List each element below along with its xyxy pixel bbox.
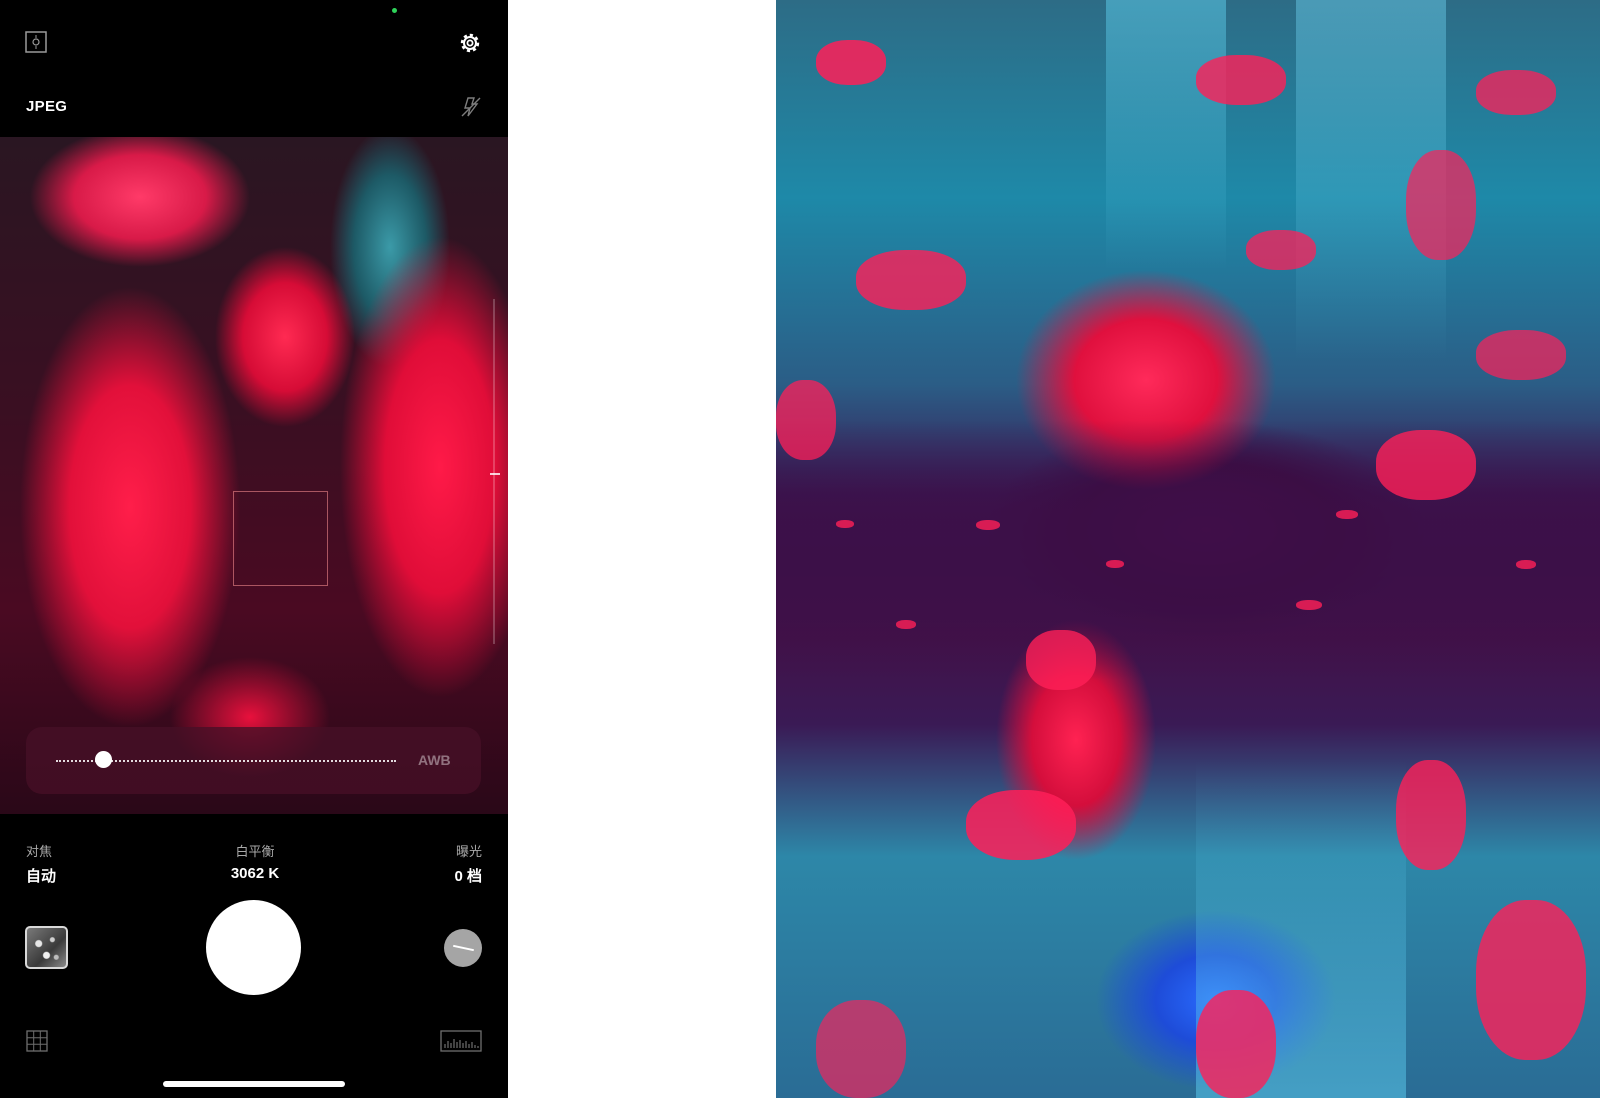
light-band [1106, 0, 1226, 270]
particle [836, 520, 854, 528]
fish-shape [1196, 55, 1286, 105]
exposure-scale-marker [490, 473, 500, 475]
fish-shape [1376, 430, 1476, 500]
camera-indicator-dot [392, 8, 397, 13]
exposure-control[interactable]: 曝光 0 档 [454, 841, 482, 886]
white-balance-label: 白平衡 [235, 844, 275, 859]
awb-button[interactable]: AWB [418, 752, 451, 768]
flash-off-icon[interactable] [458, 94, 484, 120]
fish-shape [1476, 70, 1556, 115]
home-indicator[interactable] [163, 1081, 345, 1087]
particle [1516, 560, 1536, 569]
viewfinder-frame-icon[interactable] [24, 30, 48, 54]
white-balance-value: 3062 K [230, 865, 280, 882]
format-label[interactable]: JPEG [26, 98, 67, 115]
exposure-label: 曝光 [455, 844, 482, 859]
focus-control[interactable]: 对焦 自动 [26, 841, 56, 886]
lens-switch-button[interactable] [444, 929, 482, 967]
particle [1336, 510, 1358, 519]
captured-photo [776, 0, 1600, 1098]
histogram-icon[interactable] [440, 1030, 482, 1052]
grid-icon[interactable] [26, 1030, 48, 1052]
particle [1106, 560, 1124, 568]
fish-shape [1246, 230, 1316, 270]
camera-viewfinder[interactable] [0, 137, 508, 814]
fish-shape [1476, 900, 1586, 1060]
dark-band [776, 420, 1600, 680]
fish-shape [966, 790, 1076, 860]
fish-shape [856, 250, 966, 310]
fish-shape [776, 380, 836, 460]
fish-shape [816, 1000, 906, 1098]
particle [1296, 600, 1322, 610]
focus-label: 对焦 [26, 844, 53, 859]
focus-box [233, 491, 328, 586]
white-balance-control[interactable]: 白平衡 3062 K [205, 841, 305, 882]
white-balance-panel: AWB [26, 727, 481, 794]
last-photo-thumbnail[interactable] [25, 926, 68, 969]
white-balance-slider-knob[interactable] [95, 751, 113, 768]
fish-shape [1396, 760, 1466, 870]
fish-shape [1196, 990, 1276, 1098]
exposure-scale[interactable] [493, 299, 495, 644]
focus-value: 自动 [26, 868, 57, 885]
fish-shape [816, 40, 886, 85]
gear-icon[interactable] [456, 29, 484, 57]
particle [896, 620, 916, 629]
fish-shape [1026, 630, 1096, 690]
camera-app: JPEG AWB 对焦 自动 白平衡 3062 K 曝光 0 档 [0, 0, 508, 1098]
shutter-button[interactable] [206, 900, 301, 995]
exposure-value: 0 档 [454, 868, 482, 885]
fish-shape [1476, 330, 1566, 380]
fish-shape [1406, 150, 1476, 260]
particle [976, 520, 1000, 530]
